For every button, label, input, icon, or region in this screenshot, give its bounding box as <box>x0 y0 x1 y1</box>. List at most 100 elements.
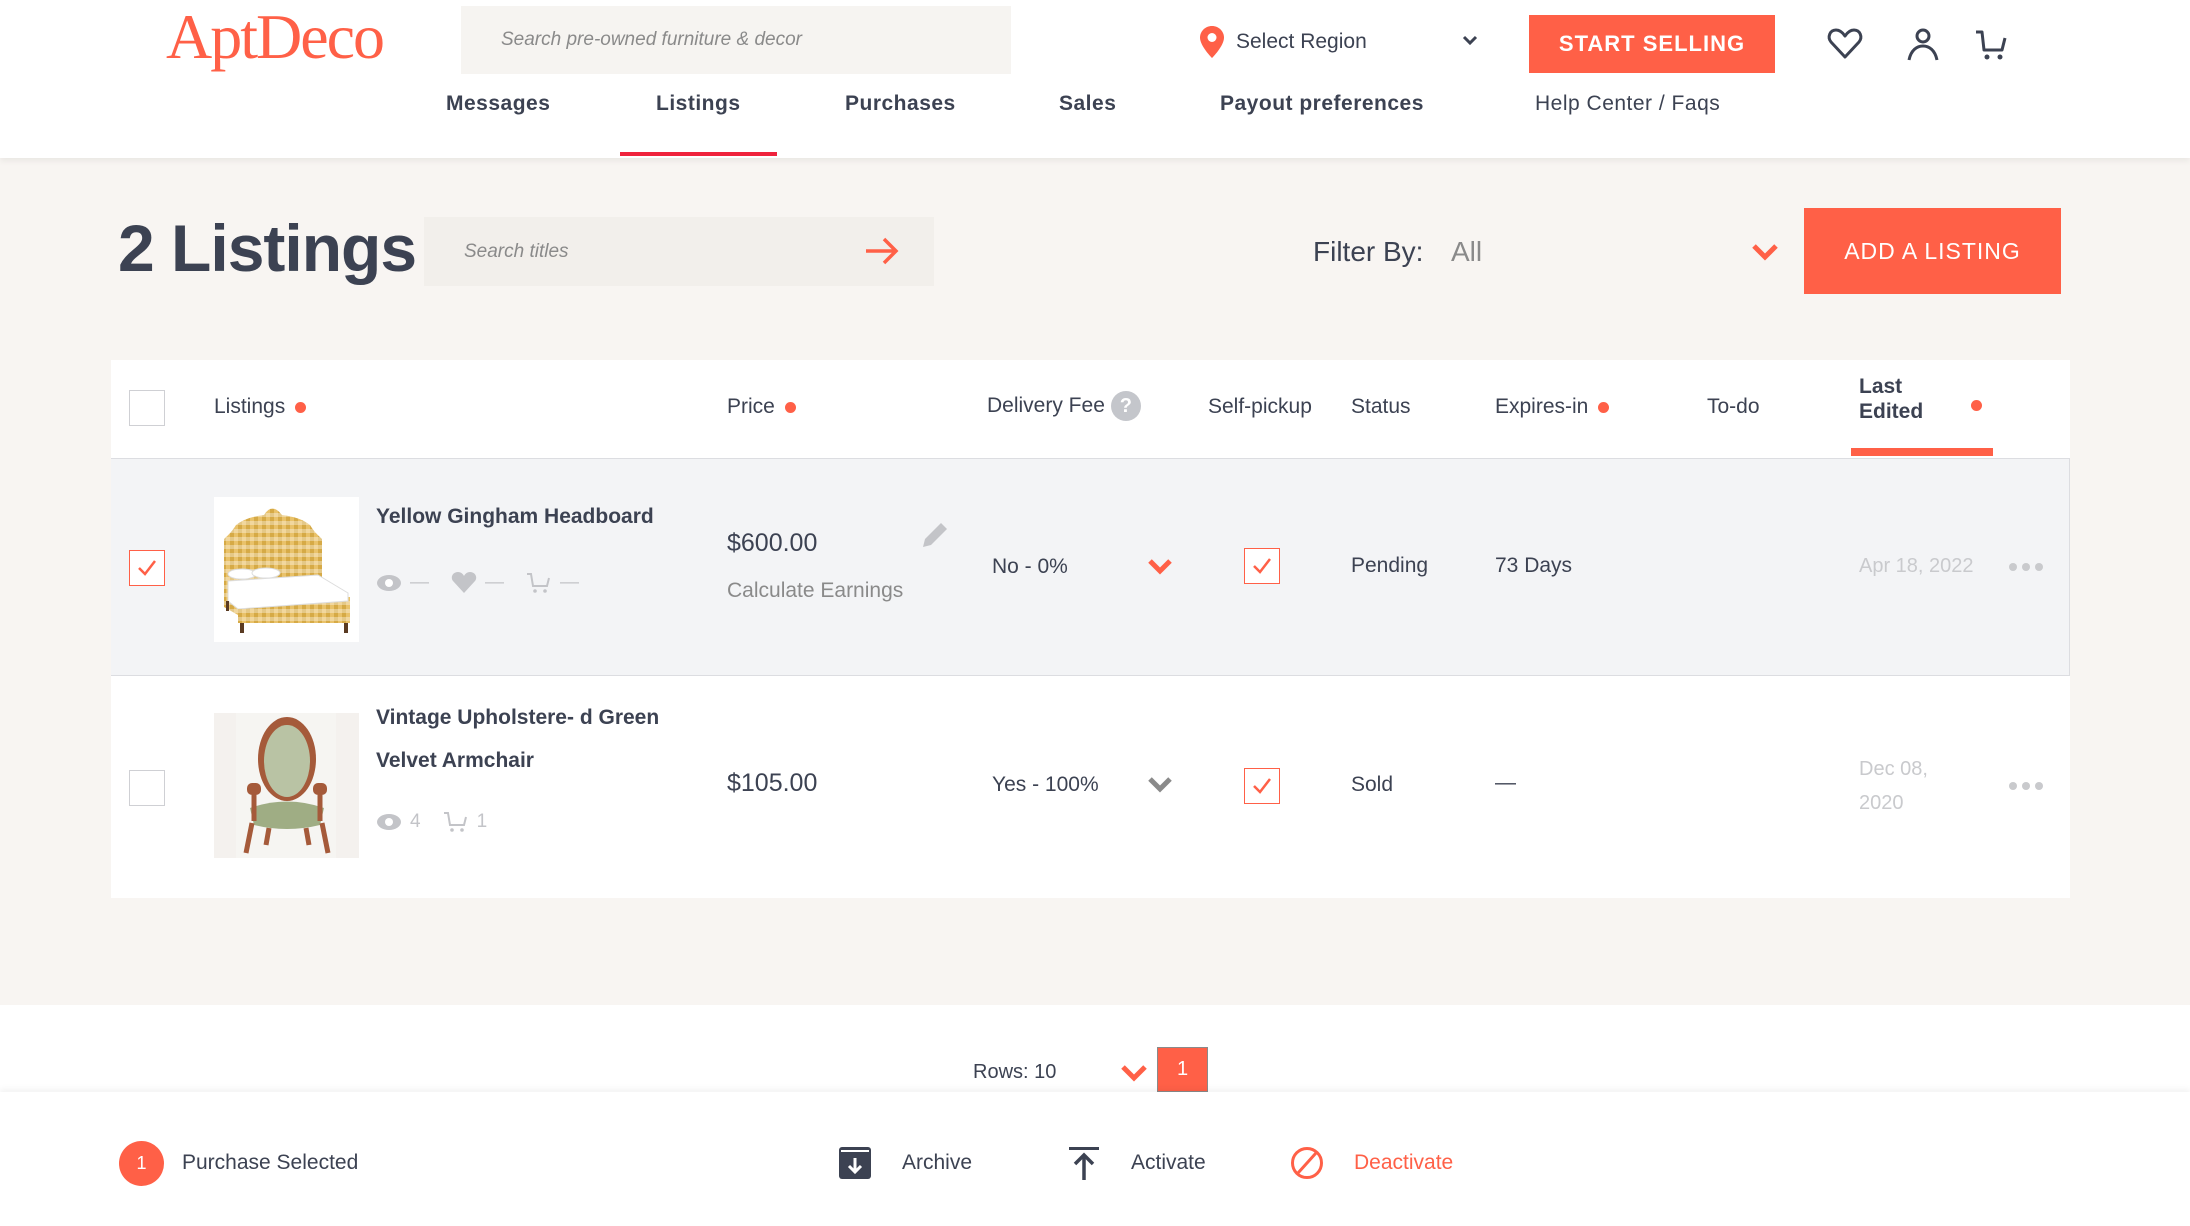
expires-value: — <box>1495 771 1516 794</box>
nav-messages[interactable]: Messages <box>446 92 550 116</box>
column-label: Edited <box>1859 400 1924 423</box>
location-pin-icon <box>1200 26 1224 58</box>
column-status: Status <box>1351 395 1411 419</box>
row-checkbox[interactable] <box>129 550 165 586</box>
status-value: Pending <box>1351 554 1429 577</box>
add-listing-button[interactable]: ADD A LISTING <box>1804 208 2061 294</box>
activate-label: Activate <box>1131 1151 1206 1174</box>
headboard-image <box>224 508 350 633</box>
listing-stats: 4 1 <box>376 810 487 834</box>
listing-thumbnail[interactable] <box>214 497 359 642</box>
title-search-input[interactable] <box>464 237 844 267</box>
column-listings[interactable]: Listings <box>214 395 307 419</box>
chevron-down-icon[interactable] <box>1750 240 1780 264</box>
deactivate-button[interactable]: Deactivate <box>1290 1146 1453 1180</box>
nav-sales[interactable]: Sales <box>1059 92 1116 116</box>
site-search-input[interactable] <box>461 6 1011 74</box>
start-selling-button[interactable]: START SELLING <box>1529 15 1775 73</box>
listing-thumbnail[interactable] <box>214 713 359 858</box>
page-title: 2 Listings <box>118 211 417 285</box>
listing-title[interactable]: Vintage Upholstere- d Green Velvet Armch… <box>376 696 696 782</box>
purchase-selected-button[interactable]: Purchase Selected <box>182 1151 358 1175</box>
sort-dot-icon <box>784 401 796 413</box>
delivery-fee-value[interactable]: No - 0% <box>992 555 1068 579</box>
last-edited-line: 2020 <box>1859 792 1904 814</box>
filter-select[interactable]: All <box>1451 236 1482 268</box>
listing-price: $105.00 <box>727 769 818 797</box>
arrow-right-icon[interactable] <box>864 235 900 267</box>
table-header: Listings Price Delivery Fee? Self-pickup… <box>111 360 2070 458</box>
column-label: Expires-in <box>1495 395 1589 418</box>
cart-icon <box>443 812 467 832</box>
likes-count: — <box>485 572 504 593</box>
last-edited-value: Apr 18, 2022 <box>1859 555 1974 577</box>
cart-icon[interactable] <box>1972 24 2012 64</box>
selected-count-badge: 1 <box>119 1141 164 1186</box>
carts-count: — <box>560 572 579 593</box>
calculate-earnings-link[interactable]: Calculate Earnings <box>727 579 903 603</box>
column-label: Last <box>1859 375 1903 398</box>
archive-button[interactable]: Archive <box>838 1146 972 1180</box>
nav-listings[interactable]: Listings <box>656 92 741 116</box>
status-value: Sold <box>1351 773 1394 796</box>
archive-icon <box>839 1147 871 1179</box>
chevron-down-icon[interactable] <box>1458 28 1482 52</box>
row-checkbox[interactable] <box>129 770 165 806</box>
checkmark-icon <box>138 560 156 576</box>
last-edited-line: Dec 08, <box>1859 758 1928 780</box>
active-tab-indicator <box>620 152 777 156</box>
listing-price: $600.00 <box>727 529 818 557</box>
column-todo: To-do <box>1707 395 1760 419</box>
column-label: Price <box>727 395 775 418</box>
delivery-fee-value[interactable]: Yes - 100% <box>992 773 1099 797</box>
activate-button[interactable]: Activate <box>1067 1146 1206 1180</box>
column-label: To-do <box>1707 395 1760 418</box>
table-row[interactable]: Vintage Upholstere- d Green Velvet Armch… <box>111 676 2070 898</box>
filter-label: Filter By: <box>1313 236 1424 267</box>
nav-payout-preferences[interactable]: Payout preferences <box>1220 92 1424 116</box>
column-self-pickup: Self-pickup <box>1208 395 1312 419</box>
rows-per-page-select[interactable]: Rows: 10 <box>973 1061 1056 1084</box>
region-selector[interactable]: Select Region <box>1200 22 1367 62</box>
cart-icon <box>527 573 550 593</box>
nav-purchases[interactable]: Purchases <box>845 92 956 116</box>
user-icon[interactable] <box>1903 24 1943 64</box>
sort-dot-icon <box>1598 401 1610 413</box>
column-last-edited[interactable]: Last Edited <box>1859 374 1923 424</box>
active-sort-indicator <box>1851 448 1993 456</box>
views-count: — <box>410 572 429 593</box>
table-row[interactable]: Yellow Gingham Headboard — — — $600.00 C… <box>111 458 2070 676</box>
heart-icon[interactable] <box>1825 24 1865 64</box>
last-edited-value: Dec 08, 2020 <box>1859 752 1928 820</box>
more-options-icon[interactable] <box>2009 563 2043 571</box>
heart-icon <box>451 572 477 593</box>
sort-dot-icon <box>1971 400 1982 411</box>
column-expires-in[interactable]: Expires-in <box>1495 395 1610 419</box>
chevron-down-icon[interactable] <box>1147 557 1173 577</box>
eye-icon <box>377 814 401 830</box>
sort-dot-icon <box>295 401 307 413</box>
title-search-box <box>424 217 934 286</box>
listing-title-line: Velvet Armchair <box>376 749 534 772</box>
self-pickup-checkbox[interactable] <box>1244 768 1280 804</box>
self-pickup-checkbox[interactable] <box>1244 548 1280 584</box>
select-all-checkbox[interactable] <box>129 390 165 426</box>
chevron-down-icon[interactable] <box>1147 775 1173 795</box>
listing-stats: — — — <box>376 571 579 595</box>
column-price[interactable]: Price <box>727 395 796 419</box>
aptdeco-logo[interactable]: AptDeco <box>166 2 385 72</box>
upload-arrow-icon <box>1069 1147 1099 1180</box>
eye-icon <box>377 575 401 591</box>
site-header: AptDeco Select Region START SELLING Mess… <box>0 0 2190 158</box>
region-label: Select Region <box>1236 30 1367 53</box>
carts-count: 1 <box>476 811 488 832</box>
chevron-down-icon[interactable] <box>1119 1062 1149 1084</box>
page-button[interactable]: 1 <box>1157 1047 1208 1092</box>
pencil-edit-icon[interactable] <box>919 519 951 551</box>
column-label: Status <box>1351 395 1411 418</box>
nav-help-center[interactable]: Help Center / Faqs <box>1535 92 1720 116</box>
archive-label: Archive <box>902 1151 973 1174</box>
help-icon[interactable]: ? <box>1110 391 1141 421</box>
listing-title[interactable]: Yellow Gingham Headboard <box>376 495 696 538</box>
more-options-icon[interactable] <box>2009 782 2043 790</box>
